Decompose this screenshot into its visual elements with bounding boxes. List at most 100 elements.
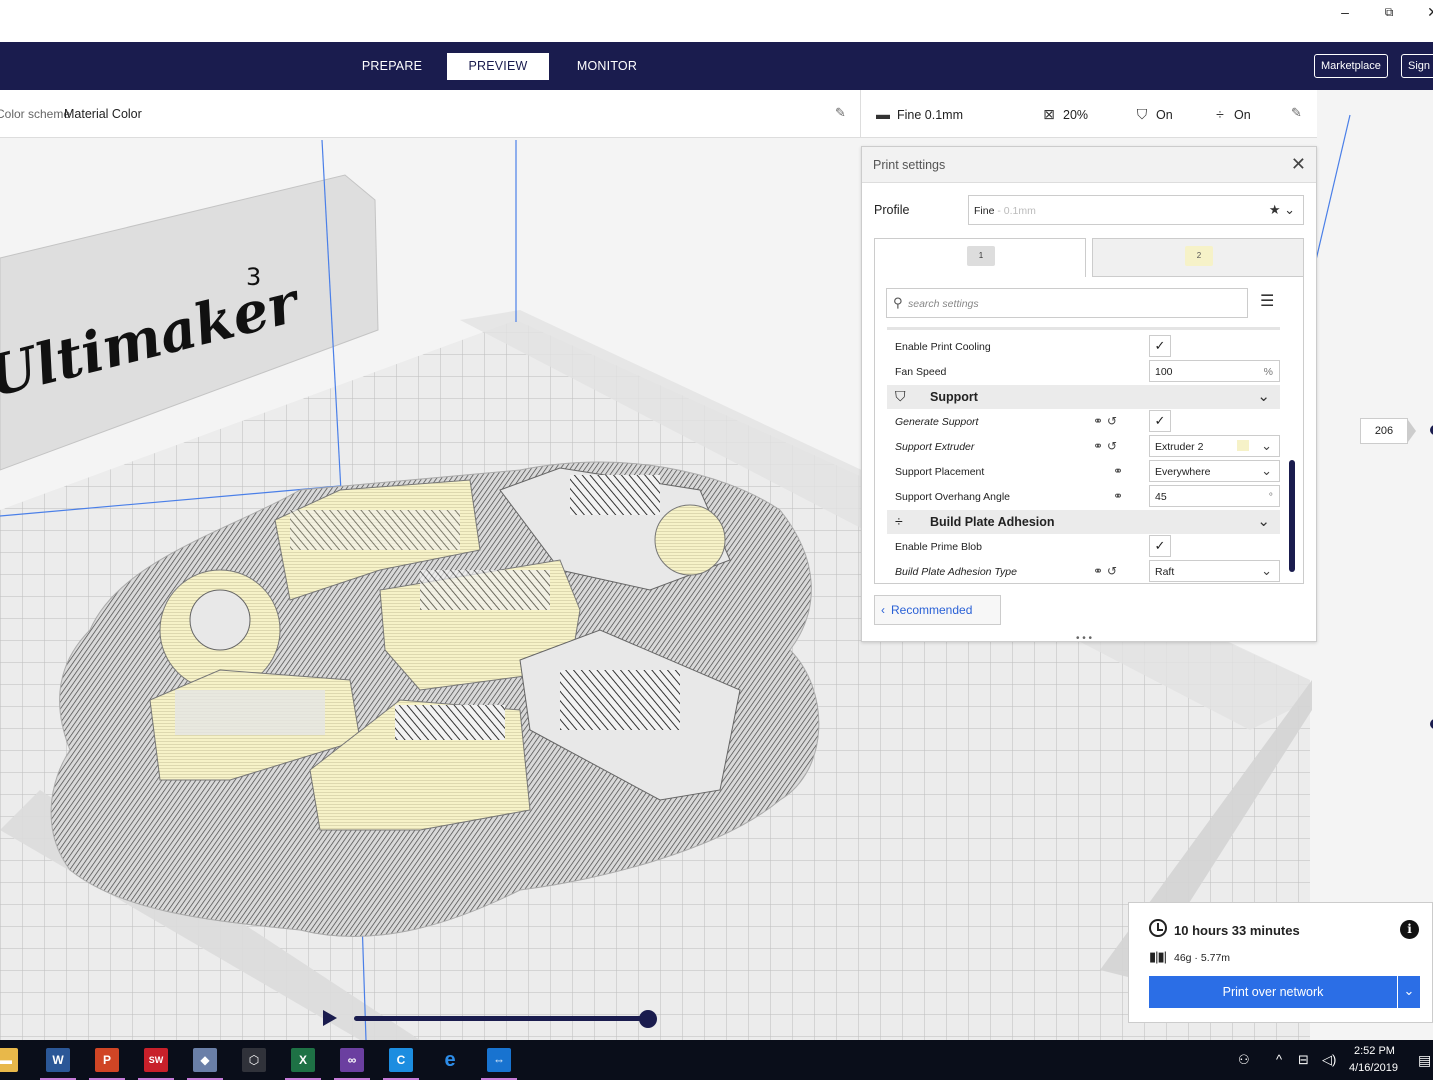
print-time: 10 hours 33 minutes (1174, 923, 1300, 938)
adhesion-icon: ÷ (895, 513, 903, 529)
print-output-panel: 10 hours 33 minutes i ▮|▮| 46g · 5.77m P… (1128, 902, 1433, 1023)
support-overhang-angle-input[interactable]: 45 ° (1149, 485, 1280, 507)
link-reset-icon[interactable]: ⚭↺ (1093, 414, 1121, 428)
support-extruder-select[interactable]: Extruder 2 ⌄ (1149, 435, 1280, 457)
spool-icon: ▮|▮| (1149, 949, 1167, 964)
color-scheme-bar[interactable]: Color scheme Material Color ✎ (0, 90, 860, 138)
category-support[interactable]: ⛉ Support ⌄ (887, 385, 1280, 409)
file-explorer-icon[interactable]: ▬ (0, 1048, 18, 1072)
chevron-down-icon: ⌄ (1261, 563, 1272, 578)
excel-icon[interactable]: X (285, 1048, 321, 1080)
sign-in-button[interactable]: Sign in (1401, 54, 1433, 78)
profile-sub: - 0.1mm (994, 205, 1036, 217)
people-icon[interactable]: ⚇ (1238, 1052, 1250, 1068)
setting-row: Support Overhang Angle ⚭ 45 ° (887, 484, 1280, 509)
summary-adhesion: ÷ On (1212, 106, 1251, 122)
simulation-track[interactable] (354, 1016, 648, 1021)
recommended-button[interactable]: ‹ Recommended (874, 595, 1001, 625)
summary-infill: ⊠ 20% (1041, 106, 1088, 123)
print-over-network-button[interactable]: Print over network (1149, 976, 1397, 1008)
link-reset-icon[interactable]: ⚭↺ (1093, 564, 1121, 578)
link-reset-icon[interactable]: ⚭↺ (1093, 439, 1121, 453)
chevron-left-icon: ‹ (881, 603, 885, 617)
solidworks-icon[interactable]: SW (138, 1048, 174, 1080)
settings-scrollbar[interactable] (1289, 460, 1295, 572)
search-placeholder: search settings (908, 298, 979, 310)
network-icon[interactable]: ⊟ (1298, 1052, 1309, 1068)
summary-support: ⛉ On (1134, 106, 1173, 123)
extruder-badge-2: 2 (1185, 246, 1213, 266)
simulation-handle[interactable] (639, 1010, 657, 1028)
clock-date[interactable]: 4/16/2019 (1349, 1062, 1398, 1074)
setting-row: Generate Support ⚭↺ ✓ (887, 409, 1280, 434)
tab-prepare[interactable]: PREPARE (355, 53, 429, 80)
enable-print-cooling-checkbox[interactable]: ✓ (1149, 335, 1171, 357)
cura-icon[interactable]: C (383, 1048, 419, 1080)
clock-time[interactable]: 2:52 PM (1354, 1045, 1395, 1057)
support-icon: ⛉ (895, 388, 906, 404)
stage-header: PREPARE PREVIEW MONITOR Marketplace Sign… (0, 42, 1433, 90)
enable-prime-blob-checkbox[interactable]: ✓ (1149, 535, 1171, 557)
powerpoint-icon[interactable]: P (89, 1048, 125, 1080)
setting-row: Support Extruder ⚭↺ Extruder 2 ⌄ (887, 434, 1280, 459)
generate-support-checkbox[interactable]: ✓ (1149, 410, 1171, 432)
chevron-up-icon[interactable]: ^ (1276, 1052, 1282, 1067)
layer-number-input[interactable]: 206 (1360, 418, 1408, 444)
extruder-badge-1: 1 (967, 246, 995, 266)
menu-icon[interactable]: ☰ (1260, 291, 1274, 311)
print-setup-summary[interactable]: ▬ Fine 0.1mm ⊠ 20% ⛉ On ÷ On ✎ (860, 90, 1317, 138)
tab-preview[interactable]: PREVIEW (447, 53, 549, 80)
minimize-button[interactable]: – (1332, 2, 1358, 22)
layer-pointer (1408, 420, 1416, 442)
play-icon[interactable] (323, 1010, 337, 1026)
setting-row: Support Placement ⚭ Everywhere ⌄ (887, 459, 1280, 484)
profile-label: Profile (874, 203, 910, 217)
link-icon[interactable]: ⚭ (1113, 489, 1127, 503)
volume-icon[interactable]: ◁) (1322, 1052, 1336, 1068)
chevron-down-icon: ⌄ (1257, 388, 1270, 405)
fan-speed-input[interactable]: 100% (1149, 360, 1280, 382)
setting-row: Enable Prime Blob ✓ (887, 534, 1280, 559)
support-placement-select[interactable]: Everywhere ⌄ (1149, 460, 1280, 482)
clock-icon (1149, 919, 1167, 937)
build-plate-adhesion-type-select[interactable]: Raft ⌄ (1149, 560, 1280, 582)
close-button[interactable]: ✕ (1420, 2, 1433, 22)
chevron-down-icon: ⌄ (1261, 463, 1272, 478)
restore-button[interactable]: ⧉ (1376, 2, 1402, 22)
profile-dropdown[interactable]: Fine - 0.1mm ★ ⌄ (968, 195, 1304, 225)
pencil-icon[interactable]: ✎ (1291, 105, 1302, 121)
adhesion-icon: ÷ (1216, 106, 1224, 122)
close-icon[interactable]: ✕ (1291, 154, 1306, 175)
info-icon[interactable]: i (1400, 920, 1419, 939)
tab-monitor[interactable]: MONITOR (570, 53, 644, 80)
tab-extruder-1[interactable]: 1 (874, 238, 1086, 277)
setting-row: Build Plate Adhesion Type ⚭↺ Raft ⌄ (887, 559, 1280, 584)
link-icon[interactable]: ⚭ (1113, 464, 1127, 478)
list-divider (887, 327, 1280, 330)
setting-row: Enable Print Cooling ✓ (887, 334, 1280, 359)
resize-grip-icon[interactable]: • • • (1076, 633, 1092, 644)
window-title-bar: – ⧉ ✕ (0, 0, 1433, 42)
word-icon[interactable]: W (40, 1048, 76, 1080)
layers-icon: ▬ (876, 106, 890, 122)
pencil-icon[interactable]: ✎ (835, 105, 846, 121)
teamviewer-icon[interactable]: ⇔ (481, 1048, 517, 1080)
star-chevron-icon[interactable]: ★ ⌄ (1269, 202, 1295, 218)
notification-icon[interactable]: ▤ (1418, 1052, 1431, 1069)
summary-profile: ▬ Fine 0.1mm (876, 106, 963, 122)
extruder-color-swatch (1237, 440, 1249, 451)
search-input[interactable]: ⚲ search settings (886, 288, 1248, 318)
panel-header: Print settings ✕ (862, 147, 1316, 183)
edge-icon[interactable]: e (438, 1048, 462, 1072)
category-build-plate-adhesion[interactable]: ÷ Build Plate Adhesion ⌄ (887, 510, 1280, 534)
panel-title: Print settings (873, 158, 946, 172)
color-scheme-label: Color scheme (0, 107, 71, 121)
tab-extruder-2[interactable]: 2 (1092, 238, 1304, 277)
arduino-icon[interactable]: ∞ (334, 1048, 370, 1080)
chevron-down-icon[interactable]: ⌄ (1397, 976, 1420, 1008)
profile-name: Fine (974, 205, 995, 217)
material-estimate: 46g · 5.77m (1174, 952, 1231, 964)
marketplace-button[interactable]: Marketplace (1314, 54, 1388, 78)
app-3d-icon[interactable]: ⬡ (242, 1048, 266, 1072)
app-icon[interactable]: ◆ (187, 1048, 223, 1080)
